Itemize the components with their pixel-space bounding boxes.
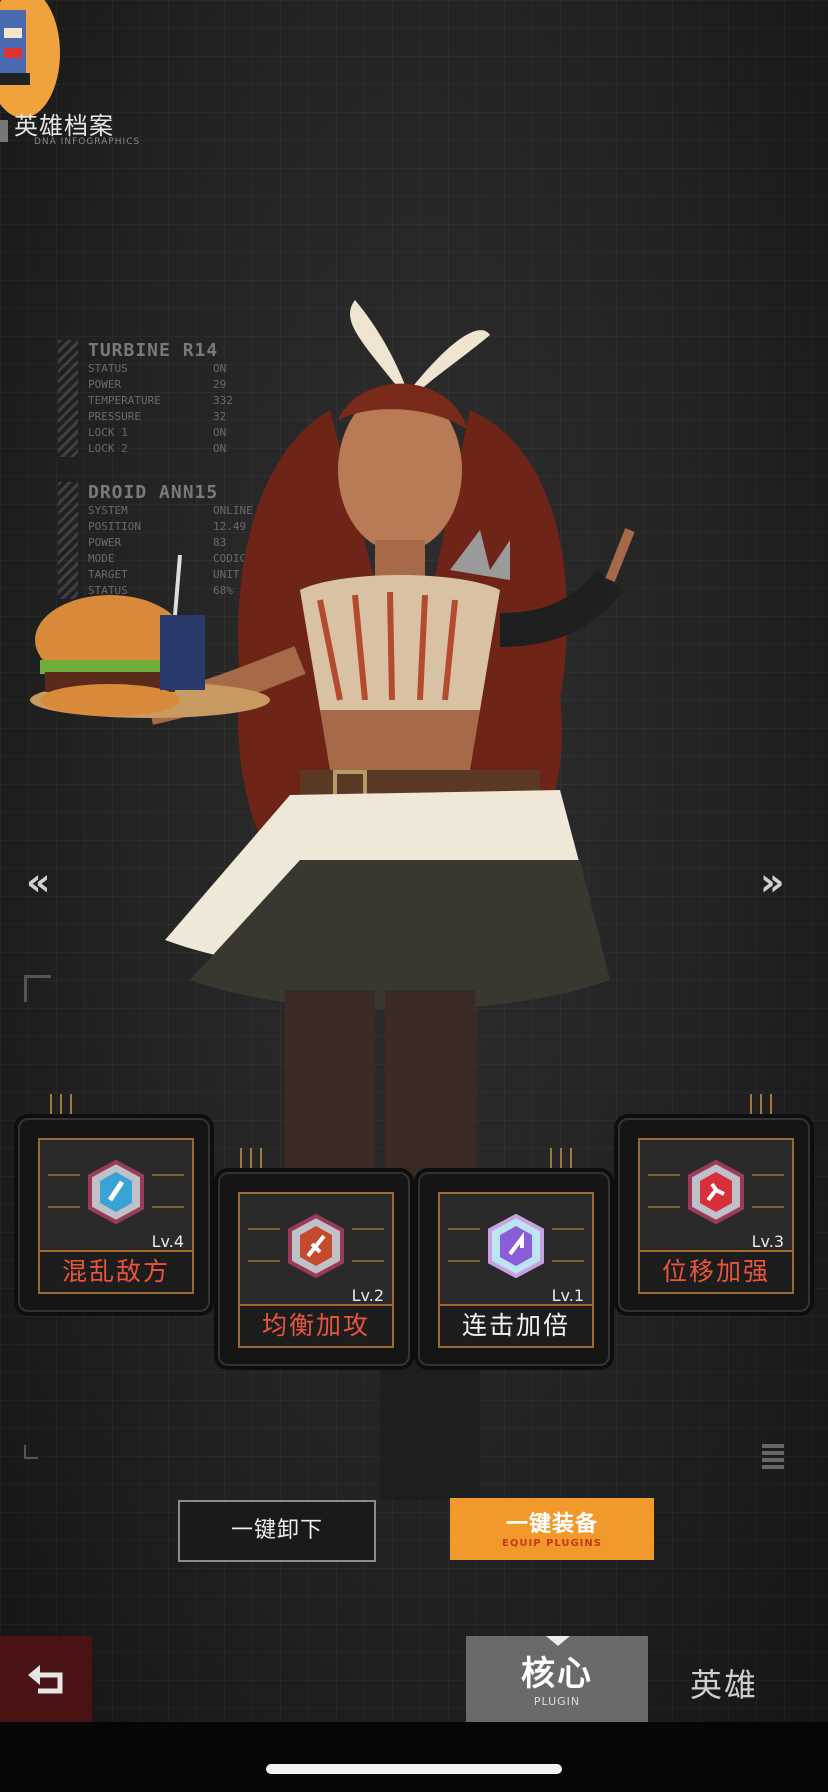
equip-all-button[interactable]: 一键装备 EQUIP PLUGINS [450,1498,654,1560]
corner-bracket [24,1445,38,1459]
bottom-safe-area [0,1722,828,1792]
chaos-badge-icon [88,1160,144,1224]
tab-core-sublabel: PLUGIN [533,1695,581,1708]
corner-bracket [24,975,51,1002]
plugin-level: Lv.1 [551,1286,584,1305]
page-title: 英雄档案 [14,112,114,140]
tab-core[interactable]: 核心 PLUGIN [466,1636,648,1722]
previous-hero-arrow[interactable]: « [26,860,51,904]
hero-character-illustration [30,300,635,1500]
plugin-slot-1[interactable]: Lv.4 混乱敌方 [18,1094,210,1312]
equip-sublabel: EQUIP PLUGINS [502,1538,602,1549]
header: 英雄档案 DNA INFOGRAPHICS [14,106,140,147]
plugin-level: Lv.4 [151,1232,184,1251]
home-indicator[interactable] [266,1764,562,1774]
tab-hero[interactable]: 英雄 [690,1660,758,1706]
unequip-all-button[interactable]: 一键卸下 [178,1500,376,1562]
combo-badge-icon [488,1214,544,1278]
back-arrow-icon [28,1665,63,1694]
back-button[interactable] [0,1636,92,1722]
plugin-slot-4[interactable]: Lv.3 位移加强 [618,1094,810,1312]
plugin-label: 混乱敌方 [40,1250,192,1292]
plugin-slot-3[interactable]: Lv.1 连击加倍 [418,1148,610,1366]
plugin-label: 连击加倍 [440,1304,592,1346]
dash-badge-icon [688,1160,744,1224]
plugin-level: Lv.3 [751,1232,784,1251]
plugin-label: 位移加强 [640,1250,792,1292]
title-marker [0,120,8,142]
plugin-level: Lv.2 [351,1286,384,1305]
plugin-slot-2[interactable]: Lv.2 均衡加攻 [218,1148,410,1366]
equip-label: 一键装备 [505,1512,598,1537]
next-hero-arrow[interactable]: » [760,860,785,904]
active-tab-notch [546,1636,570,1646]
page-subtitle: DNA INFOGRAPHICS [34,137,141,147]
attack-badge-icon [288,1214,344,1278]
equalizer-icon [762,1444,784,1469]
plugin-label: 均衡加攻 [240,1304,392,1346]
